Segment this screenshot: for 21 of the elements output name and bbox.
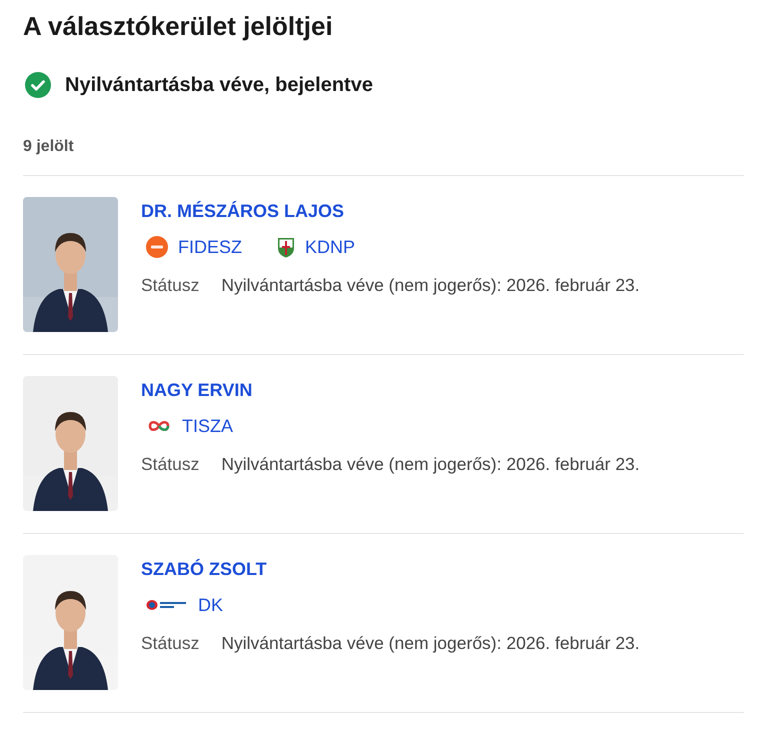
status-label: Státusz	[141, 633, 200, 654]
status-value: Nyilvántartásba véve (nem jogerős): 2026. február 23.	[221, 275, 640, 296]
party-name-link[interactable]: TISZA	[182, 416, 234, 436]
candidate-count: 9 jelölt	[23, 138, 744, 176]
infinity-logo-icon	[146, 419, 172, 433]
party-name-link[interactable]: FIDESZ	[178, 236, 242, 258]
check-circle-icon	[25, 72, 51, 98]
status-value: Nyilvántartásba véve (nem jogerős): 2026. február 23.	[221, 633, 640, 654]
status-label: Státusz	[141, 275, 200, 296]
status-banner-text: Nyilvántartásba véve, bejelentve	[65, 74, 373, 96]
page-title: A választókerület jelöltjei	[23, 10, 334, 43]
party-name-link[interactable]: DK	[198, 594, 224, 616]
candidate-name-link[interactable]: DR. MÉSZÁROS LAJOS	[141, 200, 640, 222]
candidate-name-link[interactable]: SZABÓ ZSOLT	[141, 558, 640, 580]
status-label: Státusz	[141, 454, 200, 475]
shield-logo-icon	[277, 236, 296, 258]
circle-logo-icon	[146, 236, 168, 258]
oval-logo-icon	[146, 599, 188, 611]
candidate-name-link[interactable]: NAGY ERVIN	[141, 379, 640, 401]
party-name-link[interactable]: KDNP	[305, 236, 356, 258]
status-value: Nyilvántartásba véve (nem jogerős): 2026. február 23.	[221, 454, 640, 475]
